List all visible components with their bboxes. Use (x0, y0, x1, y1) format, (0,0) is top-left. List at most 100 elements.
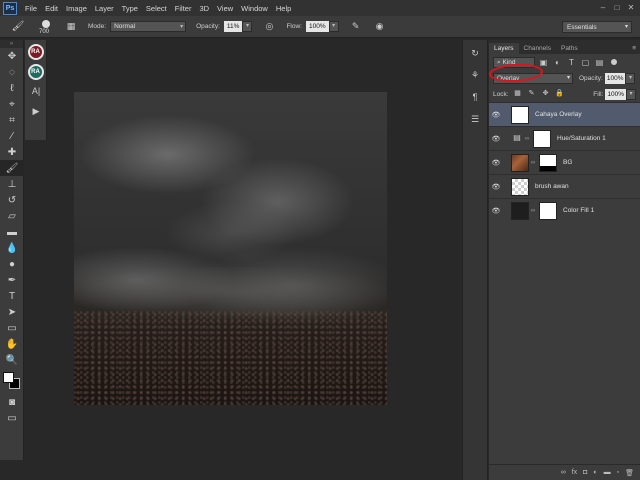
opacity-field[interactable]: 11% (223, 21, 243, 32)
properties-icon[interactable]: ☰ (463, 110, 487, 128)
eye-icon[interactable]: 👁 (489, 159, 503, 167)
panel-menu-icon[interactable]: ≡ (632, 43, 640, 54)
menu-type[interactable]: Type (118, 4, 142, 13)
airbrush-icon[interactable]: ✎ (349, 20, 363, 34)
blend-mode-select[interactable]: Overlay ▾ (493, 72, 573, 84)
close-button[interactable]: ✕ (625, 3, 637, 13)
menu-image[interactable]: Image (62, 4, 91, 13)
pen-tool-icon[interactable]: ✒ (0, 272, 24, 288)
mode-select[interactable]: Normal ▾ (110, 21, 187, 32)
layer-mask-thumbnail[interactable] (539, 201, 557, 220)
action-badge-teal[interactable]: RA (27, 64, 44, 80)
type-tool-icon[interactable]: T (0, 288, 24, 304)
layer-mask-thumbnail[interactable] (539, 153, 557, 172)
layer-row-color-fill[interactable]: 👁 ∞ Color Fill 1 (489, 198, 640, 222)
opacity-slider-button[interactable]: ▾ (242, 21, 253, 32)
tab-layers[interactable]: Layers (489, 43, 519, 54)
menu-select[interactable]: Select (142, 4, 171, 13)
maximize-button[interactable]: □ (611, 3, 623, 13)
adjustment-icon[interactable]: ◐ (593, 469, 597, 476)
lock-position-icon[interactable]: ✥ (541, 89, 551, 99)
menu-window[interactable]: Window (237, 4, 272, 13)
lock-all-icon[interactable]: 🔒 (555, 89, 565, 99)
fill-field[interactable]: 100% (605, 88, 626, 100)
fx-icon[interactable]: fx (572, 469, 577, 476)
tab-paths[interactable]: Paths (556, 43, 583, 54)
layer-row-hue-saturation[interactable]: 👁 ▤ ∞ Hue/Saturation 1 (489, 126, 640, 150)
paragraph-icon[interactable]: ¶ (463, 88, 487, 106)
gradient-tool-icon[interactable]: ▬ (0, 224, 24, 240)
kind-filter-select[interactable]: ⌕ Kind (493, 56, 535, 68)
chain-link-icon[interactable]: ∞ (524, 136, 530, 142)
pressure-size-icon[interactable]: ◉ (373, 20, 387, 34)
flow-field[interactable]: 100% (305, 21, 329, 32)
history-brush-tool-icon[interactable]: ↺ (0, 192, 24, 208)
menu-edit[interactable]: Edit (41, 4, 62, 13)
pressure-opacity-icon[interactable]: ◎ (262, 20, 276, 34)
clone-stamp-tool-icon[interactable]: ⊥ (0, 176, 24, 192)
path-select-tool-icon[interactable]: ➤ (0, 304, 24, 320)
quick-mask-icon[interactable]: ◙ (0, 394, 24, 410)
menu-3d[interactable]: 3D (195, 4, 213, 13)
type-filter-icon[interactable]: T (566, 57, 577, 68)
play-icon[interactable]: ▶ (25, 102, 47, 120)
document-canvas-area[interactable] (48, 40, 460, 480)
crop-tool-icon[interactable]: ⌗ (0, 112, 24, 128)
shape-filter-icon[interactable]: ▢ (580, 57, 591, 68)
lock-pixels-icon[interactable]: ✎ (527, 89, 537, 99)
add-mask-icon[interactable]: ◘ (583, 469, 587, 476)
shape-tool-icon[interactable]: ▭ (0, 320, 24, 336)
hand-tool-icon[interactable]: ✋ (0, 336, 24, 352)
color-swatches[interactable] (0, 368, 24, 394)
lasso-tool-icon[interactable]: ℓ (0, 80, 24, 96)
minimize-button[interactable]: – (597, 3, 609, 13)
smart-object-filter-icon[interactable]: ▤ (594, 57, 605, 68)
marquee-tool-icon[interactable]: ◌ (0, 64, 24, 80)
layer-opacity-field[interactable]: 100% (604, 72, 626, 84)
new-group-icon[interactable]: ▬ (604, 469, 611, 476)
menu-view[interactable]: View (213, 4, 237, 13)
panel-collapse-icon[interactable]: » (0, 40, 23, 48)
move-tool-icon[interactable]: ✥ (0, 48, 24, 64)
new-layer-icon[interactable]: ▫ (617, 469, 619, 476)
filter-toggle[interactable] (611, 59, 617, 65)
eraser-tool-icon[interactable]: ▱ (0, 208, 24, 224)
zoom-tool-icon[interactable]: 🔍 (0, 352, 24, 368)
workspace-select[interactable]: Essentials ▾ (562, 21, 632, 33)
delete-icon[interactable]: 🗑 (625, 469, 634, 477)
tab-channels[interactable]: Channels (519, 43, 556, 54)
eye-icon[interactable]: 👁 (489, 183, 503, 191)
document-image[interactable] (74, 92, 387, 405)
fill-slider-button[interactable]: ▾ (626, 88, 636, 100)
brush-size-picker[interactable]: 700 (38, 18, 54, 36)
healing-tool-icon[interactable]: ✚ (0, 144, 24, 160)
foreground-color-swatch[interactable] (3, 372, 14, 383)
layer-opacity-slider-button[interactable]: ▾ (625, 72, 636, 84)
lock-transparent-icon[interactable]: ▦ (513, 89, 523, 99)
layer-row-cahaya-overlay[interactable]: 👁 Cahaya Overlay (489, 102, 640, 126)
eye-icon[interactable]: 👁 (489, 111, 503, 119)
menu-layer[interactable]: Layer (91, 4, 118, 13)
quick-select-tool-icon[interactable]: ⌖ (0, 96, 24, 112)
action-badge-red[interactable]: RA (27, 44, 44, 60)
screen-mode-icon[interactable]: ▭ (0, 410, 24, 426)
brush-panel-icon[interactable]: ▦ (64, 20, 78, 34)
menu-help[interactable]: Help (272, 4, 295, 13)
pixel-filter-icon[interactable]: ▣ (538, 57, 549, 68)
brush-preset-icon[interactable]: 🖌 (8, 18, 28, 36)
adjustment-filter-icon[interactable]: ◐ (552, 57, 563, 68)
chain-link-icon[interactable]: ∞ (530, 160, 536, 166)
menu-file[interactable]: File (21, 4, 41, 13)
eye-icon[interactable]: 👁 (489, 135, 503, 143)
layer-row-bg[interactable]: 👁 ∞ BG (489, 150, 640, 174)
brush-tool-icon[interactable]: 🖌 (0, 160, 24, 176)
dodge-tool-icon[interactable]: ● (0, 256, 24, 272)
flow-slider-button[interactable]: ▾ (328, 21, 339, 32)
character-panel-icon[interactable]: A| (25, 82, 47, 100)
eye-icon[interactable]: 👁 (489, 207, 503, 215)
layer-row-brush-awan[interactable]: 👁 brush awan (489, 174, 640, 198)
history-icon[interactable]: ↻ (463, 44, 487, 62)
eyedropper-tool-icon[interactable]: ⁄ (0, 128, 24, 144)
layer-mask-thumbnail[interactable] (533, 129, 551, 148)
link-layers-icon[interactable]: ∞ (561, 469, 566, 476)
